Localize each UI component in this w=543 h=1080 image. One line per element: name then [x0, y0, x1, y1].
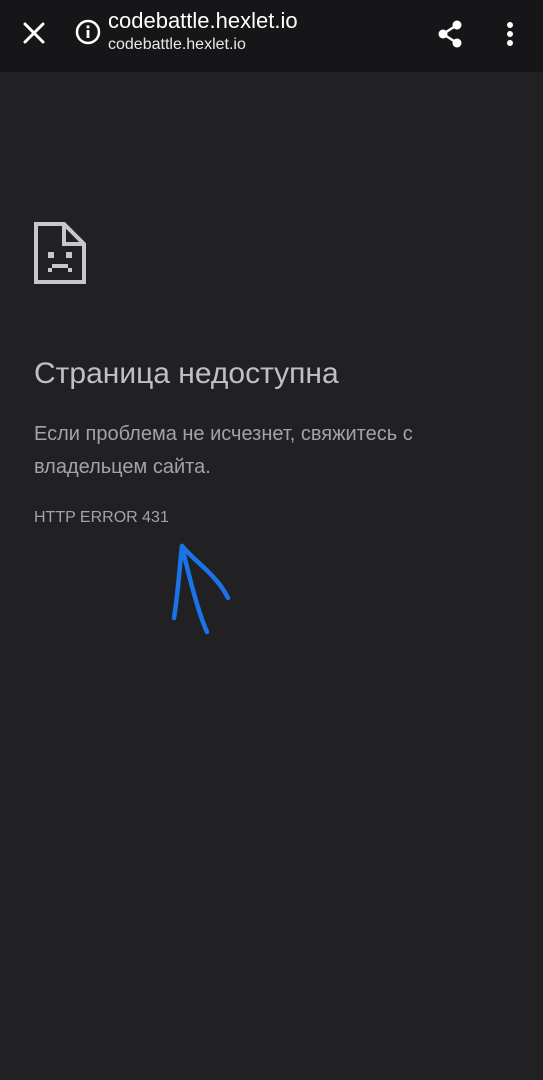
- share-icon: [438, 20, 462, 48]
- error-description: Если проблема не исчезнет, свяжитесь с в…: [34, 423, 413, 478]
- browser-top-bar: codebattle.hexlet.io codebattle.hexlet.i…: [0, 0, 543, 72]
- page-url: codebattle.hexlet.io: [108, 36, 246, 53]
- more-menu-button[interactable]: [492, 14, 528, 54]
- close-icon: [23, 22, 45, 44]
- more-vert-icon: [507, 22, 513, 46]
- info-icon[interactable]: [72, 16, 104, 48]
- page-title: codebattle.hexlet.io: [108, 8, 298, 33]
- share-button[interactable]: [430, 14, 470, 54]
- hand-drawn-arrow-annotation: [171, 543, 231, 635]
- error-title: Страница недоступна: [34, 357, 339, 390]
- error-page: Страница недоступна Если проблема не исч…: [0, 72, 543, 1080]
- close-button[interactable]: [14, 13, 54, 53]
- sad-document-icon: [34, 222, 86, 284]
- url-title-block[interactable]: codebattle.hexlet.io codebattle.hexlet.i…: [108, 7, 408, 55]
- error-code: HTTP ERROR 431: [34, 509, 169, 526]
